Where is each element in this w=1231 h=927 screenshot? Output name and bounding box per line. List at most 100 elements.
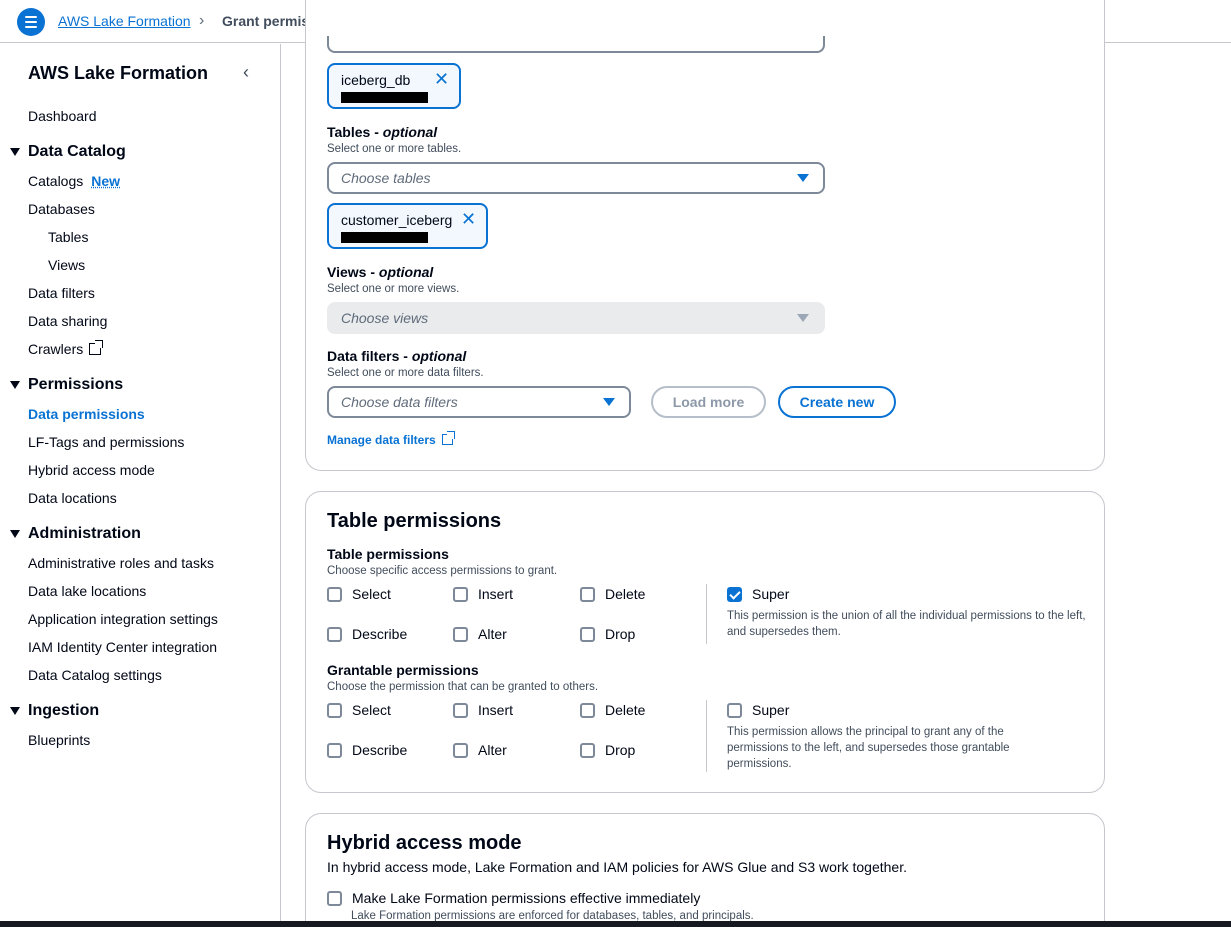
checkbox-box[interactable]	[327, 586, 342, 602]
super-help-text: This permission is the union of all the …	[727, 610, 1086, 638]
views-select: Choose views	[327, 302, 825, 334]
perm-super-checkbox[interactable]: Super	[727, 586, 789, 602]
checkbox-box[interactable]	[453, 742, 468, 758]
views-label: Views - optional	[327, 264, 434, 280]
grant-select-checkbox[interactable]: Select	[327, 702, 391, 718]
data-filters-label-text: Data filters	[327, 348, 400, 364]
sidebar-item-blueprints[interactable]: Blueprints	[28, 732, 90, 748]
sidebar-item-iam-identity[interactable]: IAM Identity Center integration	[28, 639, 217, 655]
create-new-button[interactable]: Create new	[778, 386, 896, 418]
grant-super-checkbox[interactable]: Super	[727, 702, 789, 718]
caret-down-icon[interactable]	[10, 381, 20, 389]
sidebar-title: AWS Lake Formation	[28, 63, 209, 83]
sidebar-item-label: Catalogs	[28, 173, 84, 189]
collapse-sidebar-icon[interactable]: ‹	[243, 62, 249, 83]
sidebar-item-data-filters[interactable]: Data filters	[28, 285, 95, 301]
caret-down-icon[interactable]	[10, 530, 20, 538]
checkbox-box[interactable]	[327, 890, 342, 906]
grant-drop-checkbox[interactable]: Drop	[580, 742, 635, 758]
caret-down-icon	[797, 174, 809, 182]
hybrid-access-card: Hybrid access mode In hybrid access mode…	[305, 813, 1105, 927]
checkbox-label: Delete	[605, 586, 646, 602]
perm-drop-checkbox[interactable]: Drop	[580, 626, 635, 642]
table-permissions-heading: Table permissions	[327, 510, 502, 532]
checkbox-label: Insert	[478, 702, 514, 718]
sidebar-item-crawlers[interactable]: Crawlers	[28, 340, 104, 357]
grant-insert-checkbox[interactable]: Insert	[453, 702, 513, 718]
sidebar-item-catalogs[interactable]: Catalogs New	[28, 173, 120, 189]
perm-delete-checkbox[interactable]: Delete	[580, 586, 645, 602]
external-link-icon	[441, 431, 455, 445]
grant-delete-checkbox[interactable]: Delete	[580, 702, 645, 718]
load-more-button: Load more	[651, 386, 766, 418]
external-link-icon	[89, 340, 104, 355]
checkbox-box[interactable]	[327, 742, 342, 758]
sidebar-item-admin-roles[interactable]: Administrative roles and tasks	[28, 555, 214, 571]
sidebar-item-tables[interactable]: Tables	[48, 229, 88, 245]
breadcrumb-root-link[interactable]: AWS Lake Formation	[58, 13, 191, 29]
databases-select[interactable]	[327, 36, 825, 53]
data-filters-select[interactable]: Choose data filters	[327, 386, 631, 418]
checkbox-label: Describe	[352, 742, 408, 758]
tables-description: Select one or more tables.	[327, 143, 462, 155]
grantable-permissions-label: Grantable permissions	[327, 662, 479, 678]
sidebar-section-administration[interactable]: Administration	[28, 525, 141, 543]
checkbox-box[interactable]	[453, 586, 468, 602]
sidebar-item-catalog-settings[interactable]: Data Catalog settings	[28, 667, 162, 683]
sidebar-item-hybrid-access[interactable]: Hybrid access mode	[28, 462, 155, 478]
checkbox-box[interactable]	[580, 626, 595, 642]
sidebar-item-data-sharing[interactable]: Data sharing	[28, 313, 107, 329]
manage-data-filters-link[interactable]: Manage data filters	[327, 431, 455, 447]
redacted-text	[341, 92, 428, 103]
checkbox-box[interactable]	[580, 742, 595, 758]
sidebar-item-databases[interactable]: Databases	[28, 201, 95, 217]
grantable-permissions-description: Choose the permission that can be grante…	[327, 681, 599, 693]
checkbox-box[interactable]	[453, 626, 468, 642]
sidebar-item-data-lake-locations[interactable]: Data lake locations	[28, 583, 146, 599]
sidebar-item-views[interactable]: Views	[48, 257, 85, 273]
perm-select-checkbox[interactable]: Select	[327, 586, 391, 602]
hybrid-access-description: In hybrid access mode, Lake Formation an…	[327, 859, 907, 875]
perm-describe-checkbox[interactable]: Describe	[327, 626, 407, 642]
perm-alter-checkbox[interactable]: Alter	[453, 626, 507, 642]
close-icon[interactable]: ✕	[461, 209, 476, 230]
sidebar-section-permissions[interactable]: Permissions	[28, 376, 123, 394]
sidebar-section-data-catalog[interactable]: Data Catalog	[28, 143, 126, 161]
tables-select[interactable]: Choose tables	[327, 162, 825, 194]
checkbox-box[interactable]	[727, 702, 742, 718]
checkbox-box[interactable]	[727, 586, 742, 602]
checkbox-label: Select	[352, 586, 391, 602]
window-bottom-edge	[0, 921, 1231, 927]
views-description: Select one or more views.	[327, 283, 460, 295]
checkbox-box[interactable]	[580, 702, 595, 718]
checkbox-label: Drop	[605, 626, 636, 642]
new-badge[interactable]: New	[91, 173, 120, 189]
tables-label: Tables - optional	[327, 124, 438, 140]
sidebar-item-lf-tags[interactable]: LF-Tags and permissions	[28, 434, 184, 450]
close-icon[interactable]: ✕	[434, 69, 449, 90]
grant-alter-checkbox[interactable]: Alter	[453, 742, 507, 758]
grant-describe-checkbox[interactable]: Describe	[327, 742, 407, 758]
checkbox-label: Describe	[352, 626, 408, 642]
sidebar-section-ingestion[interactable]: Ingestion	[28, 702, 99, 720]
caret-down-icon[interactable]	[10, 148, 20, 156]
sidebar-item-data-locations[interactable]: Data locations	[28, 490, 117, 506]
checkbox-box[interactable]	[580, 586, 595, 602]
divider	[706, 584, 707, 644]
menu-icon[interactable]	[17, 8, 45, 36]
grant-super-help-text: This permission allows the principal to …	[727, 726, 1010, 770]
redacted-text	[341, 232, 428, 243]
sidebar-item-app-integration[interactable]: Application integration settings	[28, 611, 218, 627]
perm-insert-checkbox[interactable]: Insert	[453, 586, 513, 602]
sidebar-item-data-permissions[interactable]: Data permissions	[28, 406, 145, 422]
checkbox-label: Drop	[605, 742, 636, 758]
caret-down-icon[interactable]	[10, 707, 20, 715]
sidebar-item-dashboard[interactable]: Dashboard	[28, 108, 97, 124]
hybrid-effective-checkbox[interactable]: Make Lake Formation permissions effectiv…	[327, 890, 700, 906]
checkbox-box[interactable]	[327, 626, 342, 642]
table-permissions-label: Table permissions	[327, 546, 449, 562]
checkbox-box[interactable]	[327, 702, 342, 718]
token-label: iceberg_db	[341, 72, 411, 88]
checkbox-box[interactable]	[453, 702, 468, 718]
table-token: customer_iceberg ✕	[327, 203, 488, 249]
